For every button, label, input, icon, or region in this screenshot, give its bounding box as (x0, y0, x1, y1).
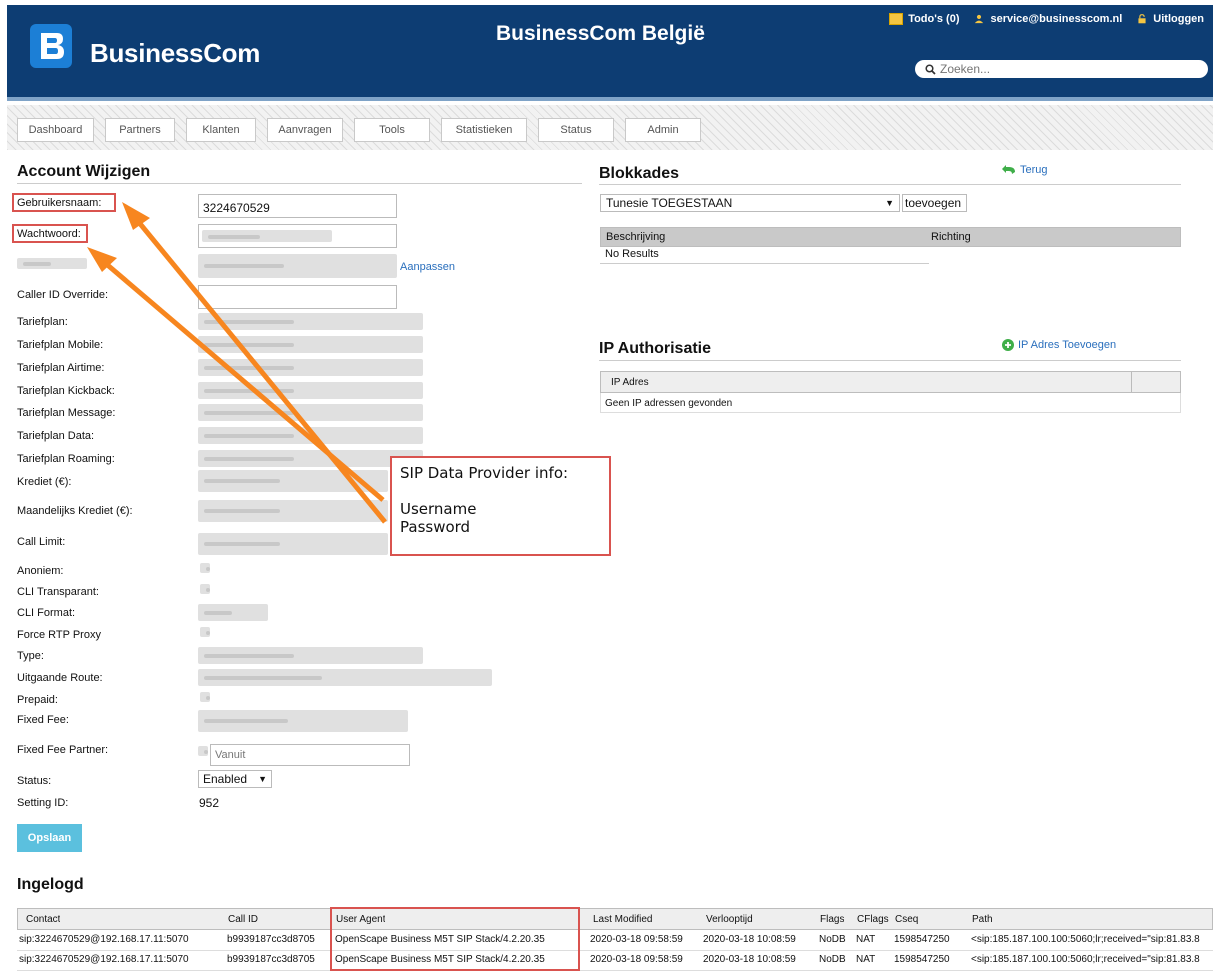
user-agent-highlight (330, 907, 580, 971)
cell-verlooptijd: 2020-03-18 10:08:59 (703, 954, 796, 965)
col-cseq: Cseq (895, 914, 919, 925)
col-call-id: Call ID (228, 914, 259, 925)
col-flags: Flags (820, 914, 845, 925)
cell-call-id: b9939187cc3d8705 (227, 934, 315, 945)
cell-path: <sip:185.187.100.100:5060;lr;received="s… (971, 954, 1200, 965)
col-cflags: CFlags (857, 914, 889, 925)
col-contact: Contact (26, 914, 61, 925)
cell-verlooptijd: 2020-03-18 10:08:59 (703, 934, 796, 945)
annotation-line2: Username (400, 500, 477, 518)
ingelogd-title: Ingelogd (17, 876, 84, 893)
annotation-line1: SIP Data Provider info: (400, 464, 569, 482)
arrow-password (102, 260, 385, 502)
arrow-username-head (122, 202, 150, 230)
annotation-line3: Password (400, 518, 471, 536)
cell-cflags: NAT (856, 954, 876, 965)
table-row: sip:3224670529@192.168.17.11:5070 b99391… (17, 930, 1213, 951)
col-verlooptijd: Verlooptijd (706, 914, 753, 925)
cell-cseq: 1598547250 (894, 934, 950, 945)
ingelogd-table-header: Contact Call ID User Agent Last Modified… (17, 908, 1213, 930)
cell-contact: sip:3224670529@192.168.17.11:5070 (19, 954, 189, 965)
cell-flags: NoDB (819, 934, 846, 945)
cell-cseq: 1598547250 (894, 954, 950, 965)
cell-cflags: NAT (856, 934, 876, 945)
cell-path: <sip:185.187.100.100:5060;lr;received="s… (971, 934, 1200, 945)
cell-call-id: b9939187cc3d8705 (227, 954, 315, 965)
annotation-box: SIP Data Provider info: Username Passwor… (390, 456, 611, 556)
arrow-username (135, 218, 387, 524)
cell-flags: NoDB (819, 954, 846, 965)
cell-last-modified: 2020-03-18 09:58:59 (590, 954, 683, 965)
cell-contact: sip:3224670529@192.168.17.11:5070 (19, 934, 189, 945)
col-path: Path (972, 914, 993, 925)
cell-last-modified: 2020-03-18 09:58:59 (590, 934, 683, 945)
col-last-modified: Last Modified (593, 914, 653, 925)
table-row: sip:3224670529@192.168.17.11:5070 b99391… (17, 950, 1213, 971)
